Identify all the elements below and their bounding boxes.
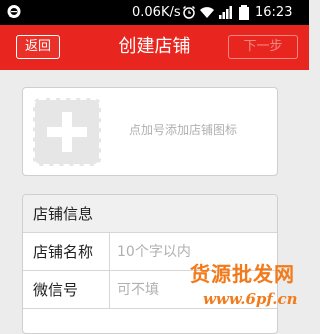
battery-icon bbox=[239, 5, 249, 20]
wifi-icon bbox=[200, 7, 214, 18]
network-speed: 0.06K/s bbox=[132, 5, 181, 20]
add-logo-button[interactable] bbox=[33, 98, 101, 166]
logo-hint: 点加号添加店铺图标 bbox=[129, 123, 238, 137]
wechat-label: 微信号 bbox=[33, 281, 79, 299]
status-time: 16:23 bbox=[255, 5, 293, 20]
watermark-url: www.6pf.cn bbox=[203, 290, 298, 308]
signal-icon bbox=[219, 6, 232, 19]
shop-name-input[interactable]: 10个字以内 bbox=[117, 243, 191, 261]
wechat-input[interactable]: 可不填 bbox=[117, 281, 159, 299]
status-bar: 0.06K/s 16:23 bbox=[0, 0, 309, 25]
message-icon bbox=[7, 5, 21, 18]
section-title: 店铺信息 bbox=[33, 205, 94, 223]
alarm-icon bbox=[182, 5, 196, 19]
shop-info-header: 店铺信息 bbox=[23, 195, 277, 233]
title-bar: 返回 创建店铺 下一步 bbox=[0, 25, 309, 70]
shop-name-label: 店铺名称 bbox=[33, 243, 94, 261]
next-step-button[interactable]: 下一步 bbox=[228, 35, 298, 59]
watermark-text: 货源批发网 bbox=[190, 262, 295, 286]
shop-logo-card: 点加号添加店铺图标 bbox=[22, 87, 278, 176]
